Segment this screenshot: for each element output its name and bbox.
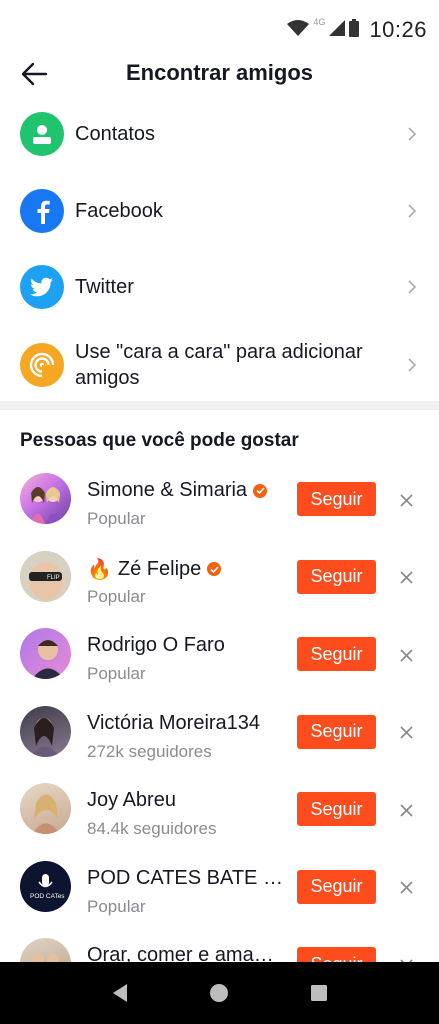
dismiss-button[interactable] [394,488,418,512]
option-twitter[interactable]: Twitter [0,249,439,326]
person-name-text: Joy Abreu [87,789,176,811]
svg-text:FLIP: FLIP [47,575,60,581]
nav-back-button[interactable] [100,973,140,1013]
find-friends-options: Contatos Facebook Twitter Use "cara a ca… [0,96,439,404]
person-name: 🔥 Zé Felipe [87,557,222,582]
person-name: Simone & Simaria [87,479,268,502]
person-name: Joy Abreu [87,789,176,812]
person-name: Victória Moreira134 [87,712,260,735]
person-subtitle: 84.4k seguidores [87,819,217,838]
follow-button[interactable]: Seguir [297,714,376,749]
person-subtitle: Popular [87,586,146,606]
face-to-face-icon [20,342,64,387]
facebook-icon [20,188,64,233]
verified-badge-icon [207,562,222,576]
network-type-label: 4G [313,17,326,27]
list-item[interactable]: POD CATes POD CATES BATE … Popular Segui… [0,848,439,926]
person-subtitle: 272k seguidores [87,741,212,761]
dismiss-button[interactable] [394,566,418,590]
option-facebook[interactable]: Facebook [0,173,439,250]
person-subtitle: Popular [87,664,146,683]
section-divider [0,401,439,410]
status-time: 10:26 [369,17,427,42]
avatar[interactable] [20,628,71,679]
dismiss-button[interactable] [394,876,418,900]
nav-home-button[interactable] [199,973,239,1013]
list-item[interactable]: Victória Moreira134 272k seguidores Segu… [0,693,439,771]
dismiss-button[interactable] [394,643,418,667]
close-icon [399,493,413,507]
follow-button[interactable]: Seguir [297,559,376,594]
dismiss-button[interactable] [394,798,418,822]
circle-home-icon [210,984,229,1002]
chevron-right-icon [408,357,417,372]
close-icon [399,881,413,894]
suggestions-title: Pessoas que você pode gostar [20,430,299,451]
option-label: Contatos [75,123,156,146]
avatar[interactable] [20,705,71,757]
option-face-to-face[interactable]: Use "cara a cara" para adicionar amigos [0,326,439,404]
person-name-text: Simone & Simaria [87,479,248,501]
svg-text:POD CATes: POD CATes [30,893,65,900]
header: Encontrar amigos [0,50,439,96]
option-label: Twitter [75,276,134,299]
fire-emoji: 🔥 [87,558,112,581]
nav-recents-button[interactable] [299,973,339,1013]
follow-button[interactable]: Seguir [297,792,376,826]
person-subtitle: Popular [87,896,146,916]
follow-button[interactable]: Seguir [297,637,376,671]
option-label: Facebook [75,199,163,222]
battery-icon [349,18,360,42]
square-recents-icon [311,985,328,1001]
option-label: Use "cara a cara" para adicionar amigos [75,340,363,389]
suggestions-list: Simone & Simaria Popular Seguir FLIP 🔥 Z… [0,460,439,1003]
close-icon [399,726,413,739]
person-subtitle: Popular [87,509,146,528]
twitter-icon [20,265,64,310]
avatar[interactable] [20,473,71,524]
person-name-text: Zé Felipe [117,557,202,580]
wifi-icon [287,19,310,41]
list-item[interactable]: Joy Abreu 84.4k seguidores Seguir [0,770,439,848]
person-name: Rodrigo O Faro [87,634,225,657]
triangle-back-icon [112,984,127,1002]
close-icon [399,571,413,584]
system-nav-bar [0,962,439,1024]
page-title: Encontrar amigos [125,60,314,85]
person-name-text: Victória Moreira134 [87,711,261,734]
close-icon [399,803,413,817]
list-item[interactable]: Rodrigo O Faro Popular Seguir [0,615,439,693]
person-name-text: POD CATES BATE … [87,866,283,889]
avatar[interactable] [20,783,71,834]
dismiss-button[interactable] [394,721,418,745]
person-name: POD CATES BATE … [87,867,283,890]
avatar[interactable]: POD CATes [20,860,71,912]
person-name-text: Rodrigo O Faro [87,634,225,656]
follow-button[interactable]: Seguir [297,869,376,904]
chevron-right-icon [408,127,417,141]
chevron-right-icon [408,204,417,218]
contacts-icon [20,112,64,157]
option-contacts[interactable]: Contatos [0,96,439,173]
list-item[interactable]: FLIP 🔥 Zé Felipe Popular Seguir [0,538,439,616]
list-item[interactable]: Simone & Simaria Popular Seguir [0,460,439,538]
chevron-right-icon [408,280,417,294]
follow-button[interactable]: Seguir [297,482,376,516]
status-icons: 4G 10:26 [287,17,427,43]
verified-badge-icon [253,483,268,498]
close-icon [399,648,413,662]
avatar[interactable]: FLIP [20,550,71,602]
cell-signal-icon [329,19,346,41]
